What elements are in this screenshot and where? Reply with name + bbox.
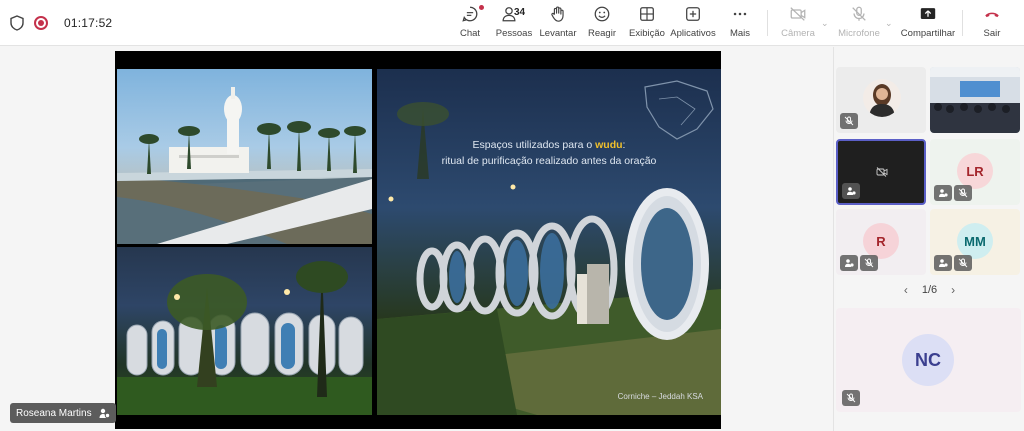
hand-icon bbox=[551, 6, 564, 22]
slide-top-band bbox=[115, 51, 721, 69]
next-page-chevron-icon[interactable]: › bbox=[951, 283, 955, 297]
mic-button[interactable]: Microfone bbox=[838, 5, 880, 41]
chat-button[interactable]: Chat bbox=[457, 5, 484, 41]
camera-off-icon bbox=[790, 7, 806, 21]
mic-off-icon bbox=[852, 6, 866, 21]
avatar: MM bbox=[957, 223, 993, 259]
tile-status-badges bbox=[842, 183, 860, 199]
slide-title-after: : bbox=[622, 139, 626, 151]
participant-tile-r[interactable]: R bbox=[836, 209, 926, 275]
meeting-toolbar: 01:17:52 Chat 34 Pessoas Levantar Reagir… bbox=[0, 0, 1024, 46]
avatar: NC bbox=[902, 334, 954, 386]
shared-screen: Espaços utilizados para o wudu: ritual d… bbox=[115, 51, 721, 429]
mic-muted-icon bbox=[840, 113, 858, 129]
recording-icon bbox=[34, 16, 48, 30]
tile-status-badges bbox=[934, 255, 972, 271]
mic-muted-icon bbox=[860, 255, 878, 271]
share-screen-icon bbox=[920, 8, 936, 19]
person-icon bbox=[934, 185, 952, 201]
raise-hand-label: Levantar bbox=[539, 28, 577, 39]
tile-status-badges bbox=[934, 185, 972, 201]
apps-button[interactable]: Aplicativos bbox=[670, 5, 716, 41]
participant-tile-nc[interactable]: NC bbox=[836, 308, 1021, 412]
person-icon bbox=[934, 255, 952, 271]
leave-label: Sair bbox=[983, 28, 1001, 39]
mic-options-chevron-icon[interactable]: ⌄ bbox=[885, 18, 893, 29]
avatar: R bbox=[863, 223, 899, 259]
meeting-stage: Espaços utilizados para o wudu: ritual d… bbox=[0, 47, 833, 431]
react-button[interactable]: Reagir bbox=[588, 5, 616, 41]
presenter-name-tag: Roseana Martins bbox=[10, 403, 116, 423]
share-button[interactable]: Compartilhar bbox=[900, 5, 956, 41]
participant-tile-mm[interactable]: MM bbox=[930, 209, 1020, 275]
presenter-name: Roseana Martins bbox=[16, 407, 92, 419]
participant-photo bbox=[869, 84, 895, 117]
meeting-status: 01:17:52 bbox=[10, 0, 112, 46]
more-label: Mais bbox=[729, 28, 751, 39]
slide-subtitle: ritual de purificação realizado antes da… bbox=[441, 155, 657, 167]
slide-photo-main: Espaços utilizados para o wudu: ritual d… bbox=[377, 69, 721, 415]
participants-gallery: LR R MM ‹ 1/6 › NC bbox=[833, 47, 1024, 431]
share-label: Compartilhar bbox=[900, 28, 956, 39]
mic-muted-icon bbox=[954, 255, 972, 271]
people-label: Pessoas bbox=[495, 28, 533, 39]
leave-button[interactable]: Sair bbox=[978, 5, 1006, 41]
chat-notification-dot bbox=[479, 5, 484, 10]
toolbar-divider bbox=[767, 10, 768, 36]
room-video-feed bbox=[930, 67, 1020, 133]
previous-page-chevron-icon[interactable]: ‹ bbox=[904, 283, 908, 297]
more-icon bbox=[733, 12, 747, 16]
main-arches-illustration bbox=[377, 80, 721, 415]
tile-status-badges bbox=[840, 113, 858, 129]
chat-icon bbox=[462, 6, 478, 22]
participant-tile-camera-off[interactable] bbox=[836, 139, 926, 205]
apps-label: Aplicativos bbox=[670, 28, 716, 39]
more-button[interactable]: Mais bbox=[728, 5, 752, 41]
shield-icon[interactable] bbox=[10, 15, 24, 31]
participant-tile-lr[interactable]: LR bbox=[930, 139, 1020, 205]
slide-bottom-band bbox=[115, 415, 721, 429]
mic-label: Microfone bbox=[838, 28, 880, 39]
slide-title-before: Espaços utilizados para o bbox=[472, 139, 596, 151]
meeting-timer: 01:17:52 bbox=[64, 16, 113, 30]
camera-button[interactable]: Câmera bbox=[781, 5, 815, 41]
person-icon bbox=[840, 255, 858, 271]
chat-label: Chat bbox=[459, 28, 481, 39]
slide-photo-arches-night bbox=[117, 247, 372, 415]
toolbar-divider-2 bbox=[962, 10, 963, 36]
camera-options-chevron-icon[interactable]: ⌄ bbox=[821, 18, 829, 29]
grid-view-icon bbox=[640, 7, 654, 21]
hang-up-icon bbox=[985, 12, 999, 18]
sharing-icon bbox=[99, 408, 110, 419]
slide-title: Espaços utilizados para o wudu: bbox=[377, 139, 721, 151]
camera-label: Câmera bbox=[781, 28, 815, 39]
add-app-icon bbox=[686, 7, 700, 21]
raise-hand-button[interactable]: Levantar bbox=[539, 5, 577, 41]
people-count: 34 bbox=[514, 7, 526, 18]
person-sharing-icon bbox=[842, 183, 860, 199]
tile-status-badges bbox=[842, 390, 860, 406]
emoji-icon bbox=[594, 6, 610, 22]
react-label: Reagir bbox=[588, 28, 616, 39]
avatar: LR bbox=[957, 153, 993, 189]
page-indicator: 1/6 bbox=[921, 284, 938, 296]
gallery-pager: ‹ 1/6 › bbox=[834, 283, 1024, 297]
slide-caption: Corniche – Jeddah KSA bbox=[617, 392, 703, 401]
mic-muted-icon bbox=[954, 185, 972, 201]
slide-title-highlight: wudu bbox=[595, 139, 623, 151]
video-off-icon bbox=[876, 167, 888, 177]
mosque-illustration bbox=[117, 87, 372, 244]
view-button[interactable]: Exibição bbox=[629, 5, 665, 41]
mic-muted-icon bbox=[842, 390, 860, 406]
people-button[interactable]: 34 Pessoas bbox=[495, 5, 533, 41]
arches-illustration bbox=[117, 261, 372, 415]
tile-status-badges bbox=[840, 255, 878, 271]
participant-tile-photo-woman[interactable] bbox=[836, 67, 926, 133]
view-label: Exibição bbox=[629, 28, 665, 39]
participant-tile-room-video[interactable] bbox=[930, 67, 1020, 133]
avatar bbox=[863, 79, 901, 117]
slide-photo-mosque bbox=[117, 69, 372, 244]
